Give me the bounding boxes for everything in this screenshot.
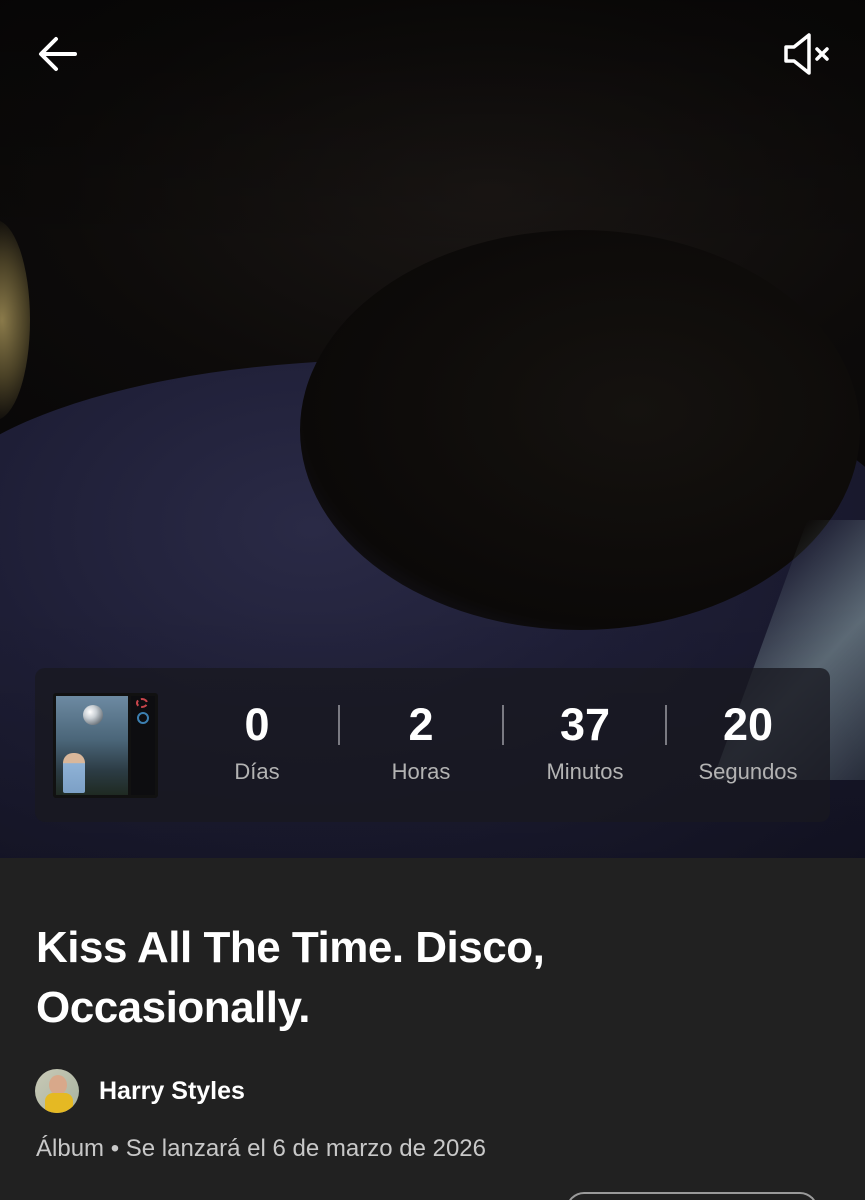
album-cover-thumbnail[interactable] xyxy=(53,693,158,798)
countdown-divider xyxy=(502,705,504,745)
countdown-minutes-label: Minutos xyxy=(546,759,624,784)
bottom-action-button[interactable] xyxy=(566,1192,818,1200)
countdown-seconds-value: 20 xyxy=(722,699,774,750)
album-info-panel: Kiss All The Time. Disco, Occasionally. … xyxy=(0,858,865,1200)
countdown-minutes-value: 37 xyxy=(559,699,611,750)
countdown-hours-value: 2 xyxy=(408,699,434,750)
countdown-days-label: Días xyxy=(234,759,280,784)
countdown-divider xyxy=(665,705,667,745)
countdown-days-value: 0 xyxy=(244,699,270,750)
countdown-seconds: 20 Segundos xyxy=(678,696,818,787)
countdown-hours: 2 Horas xyxy=(351,696,491,787)
artist-avatar[interactable] xyxy=(35,1069,79,1113)
countdown-divider xyxy=(338,705,340,745)
disco-ball-image xyxy=(83,705,103,725)
artist-link[interactable]: Harry Styles xyxy=(35,1068,245,1114)
album-release-meta: Álbum • Se lanzará el 6 de marzo de 2026 xyxy=(36,1135,486,1162)
countdown-hours-label: Horas xyxy=(391,759,451,784)
artist-name[interactable]: Harry Styles xyxy=(99,1077,245,1106)
album-prerelease-page: 0 Días 2 Horas 37 Minutos 20 Segundos Ki… xyxy=(0,0,865,1200)
arrow-left-icon xyxy=(39,37,77,71)
release-countdown: 0 Días 2 Horas 37 Minutos 20 Segundos xyxy=(35,668,830,822)
speaker-muted-icon xyxy=(784,33,829,75)
mute-toggle-button[interactable] xyxy=(774,22,838,86)
countdown-days: 0 Días xyxy=(187,696,327,787)
countdown-seconds-label: Segundos xyxy=(698,759,798,784)
back-button[interactable] xyxy=(26,22,90,86)
countdown-minutes: 37 Minutos xyxy=(515,696,655,787)
album-title: Kiss All The Time. Disco, Occasionally. xyxy=(36,923,545,1032)
